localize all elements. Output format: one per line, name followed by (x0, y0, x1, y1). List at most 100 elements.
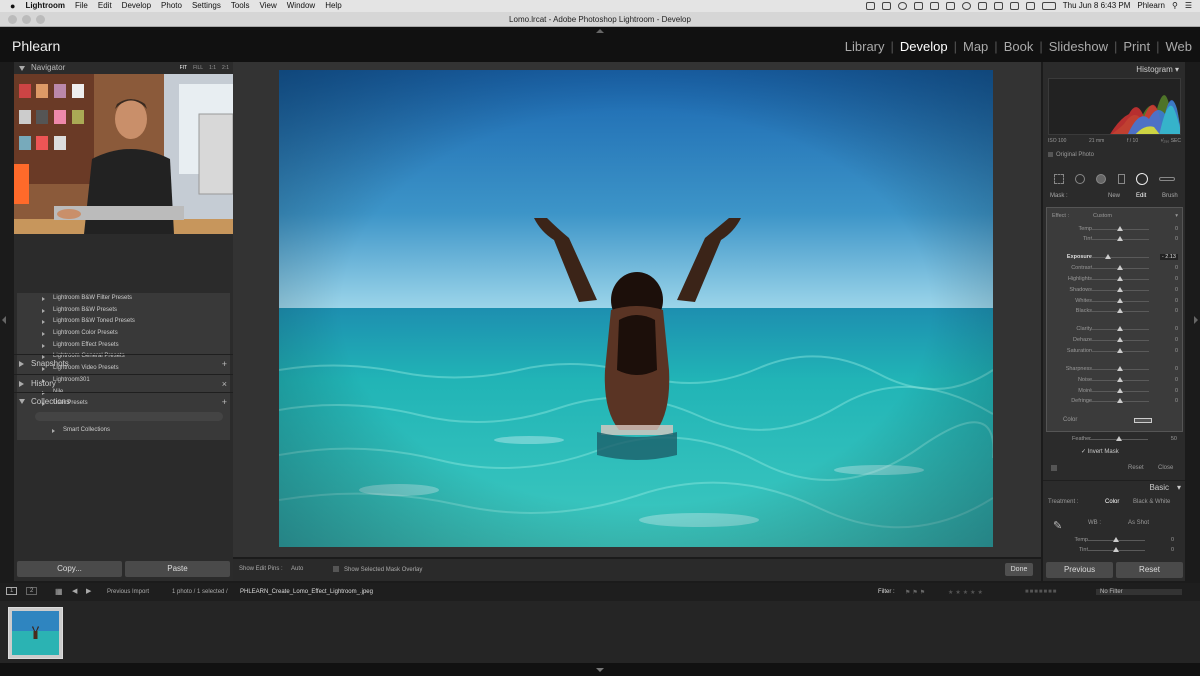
wifi-icon[interactable] (993, 2, 1003, 10)
collapse-right-panel-icon[interactable] (1194, 316, 1198, 324)
status-icon[interactable] (881, 2, 891, 10)
module-print[interactable]: Print (1123, 39, 1150, 54)
menu-develop[interactable]: Develop (117, 0, 156, 12)
crop-tool-icon[interactable] (1053, 174, 1064, 184)
menu-app[interactable]: Lightroom (20, 0, 70, 12)
mask-brush[interactable]: Brush (1162, 193, 1178, 199)
slider-value[interactable]: 0 (1175, 398, 1178, 404)
slider-value[interactable]: 0 (1175, 337, 1178, 343)
slider-knob[interactable] (1116, 436, 1122, 441)
slider-value[interactable]: 0 (1175, 377, 1178, 383)
slider-value[interactable]: 0 (1175, 265, 1178, 271)
main-photo[interactable] (279, 70, 993, 547)
color-swatch[interactable] (1134, 418, 1152, 423)
slider-knob[interactable] (1117, 366, 1123, 371)
zoom-fit[interactable]: FIT (180, 62, 188, 74)
add-snapshot-button[interactable]: + (222, 355, 227, 373)
slider-feather[interactable]: Feather 50 (1046, 434, 1183, 444)
effect-select[interactable]: Custom (1093, 213, 1112, 219)
slider-value[interactable]: - 2.13 (1159, 254, 1178, 260)
flag-filter-icons[interactable]: ⚑⚑⚑ (905, 589, 927, 596)
mask-panel-switch[interactable] (1051, 465, 1062, 472)
clock[interactable]: Thu Jun 8 6:43 PM (1063, 0, 1131, 12)
slider-value[interactable]: 0 (1175, 226, 1178, 232)
slider-knob[interactable] (1117, 398, 1123, 403)
zoom-window-button[interactable] (36, 15, 45, 24)
navigator-header[interactable]: Navigator FIT FILL 1:1 2:1 (14, 62, 233, 74)
history-header[interactable]: History × (14, 374, 233, 392)
histogram-header[interactable]: Histogram ▾ (1136, 65, 1179, 74)
slider-value[interactable]: 0 (1171, 547, 1174, 553)
slider-temp[interactable]: Temp 0 (1047, 224, 1184, 234)
treatment-bw[interactable]: Black & White (1133, 499, 1170, 505)
slider-value[interactable]: 0 (1175, 388, 1178, 394)
slider-value[interactable]: 0 (1175, 366, 1178, 372)
user-menu[interactable]: Phlearn (1137, 0, 1165, 12)
collapse-left-panel-icon[interactable] (2, 316, 6, 324)
status-icon[interactable] (929, 2, 939, 10)
slider-contrast[interactable]: Contrast 0 (1047, 263, 1184, 273)
collapse-icon[interactable]: ▾ (1175, 213, 1178, 219)
spot-removal-icon[interactable] (1074, 174, 1085, 184)
menu-file[interactable]: File (70, 0, 93, 12)
preset-folder[interactable]: Lightroom Color Presets (17, 328, 230, 340)
slider-knob[interactable] (1117, 298, 1123, 303)
red-eye-icon[interactable] (1096, 174, 1107, 184)
menu-help[interactable]: Help (320, 0, 346, 12)
slider-temp[interactable]: Temp 0 (1043, 535, 1180, 545)
grid-view-icon[interactable]: ▦ (55, 587, 63, 596)
page-2-button[interactable]: 2 (26, 587, 38, 595)
slider-value[interactable]: 0 (1175, 287, 1178, 293)
module-develop[interactable]: Develop (900, 39, 948, 54)
adjustment-brush-icon[interactable] (1159, 177, 1176, 181)
slider-shadows[interactable]: Shadows 0 (1047, 285, 1184, 295)
menu-list-icon[interactable]: ☰ (1185, 0, 1192, 12)
forward-arrow-icon[interactable]: ▶ (86, 587, 91, 595)
slider-value[interactable]: 0 (1175, 236, 1178, 242)
slider-knob[interactable] (1104, 254, 1111, 259)
menu-tools[interactable]: Tools (226, 0, 255, 12)
slider-whites[interactable]: Whites 0 (1047, 296, 1184, 306)
mask-overlay-toggle[interactable]: Show Selected Mask Overlay (333, 566, 422, 573)
slider-knob[interactable] (1117, 326, 1123, 331)
slider-knob[interactable] (1113, 547, 1119, 552)
collapse-top-panel-icon[interactable] (596, 29, 604, 33)
slider-knob[interactable] (1117, 388, 1123, 393)
slider-knob[interactable] (1117, 377, 1123, 382)
menu-settings[interactable]: Settings (187, 0, 226, 12)
slider-value[interactable]: 0 (1175, 348, 1178, 354)
show-edit-pins-select[interactable]: Auto (291, 566, 303, 572)
clear-history-button[interactable]: × (222, 375, 227, 393)
status-icon[interactable] (945, 2, 955, 10)
module-library[interactable]: Library (845, 39, 885, 54)
zoom-2-1[interactable]: 2:1 (222, 62, 229, 74)
volume-icon[interactable] (1025, 2, 1035, 10)
treatment-color[interactable]: Color (1105, 499, 1119, 505)
collapse-filmstrip-icon[interactable] (596, 668, 604, 672)
module-slideshow[interactable]: Slideshow (1049, 39, 1108, 54)
module-map[interactable]: Map (963, 39, 988, 54)
filmstrip-thumbnail[interactable] (8, 607, 63, 659)
checkmark-icon[interactable]: ✓ (1081, 449, 1086, 455)
page-1-button[interactable]: 1 (6, 587, 18, 595)
slider-tint[interactable]: Tint 0 (1047, 234, 1184, 244)
slider-value[interactable]: 0 (1175, 326, 1178, 332)
mask-close-button[interactable]: Close (1158, 465, 1173, 471)
reset-button[interactable]: Reset (1116, 562, 1183, 578)
slider-tint[interactable]: Tint 0 (1043, 545, 1180, 555)
copy-button[interactable]: Copy... (17, 561, 122, 577)
airplay-icon[interactable] (1009, 2, 1019, 10)
status-icon[interactable] (865, 2, 875, 10)
wb-select[interactable]: As Shot (1128, 520, 1149, 526)
slider-moir[interactable]: Moiré 0 (1047, 386, 1184, 396)
bluetooth-icon[interactable] (977, 2, 987, 10)
previous-button[interactable]: Previous (1046, 562, 1113, 578)
slider-knob[interactable] (1113, 537, 1119, 542)
basic-header[interactable]: Basic ▾ (1043, 480, 1185, 494)
slider-saturation[interactable]: Saturation 0 (1047, 346, 1184, 356)
toggle-icon[interactable] (1051, 465, 1057, 471)
battery-icon[interactable] (1041, 2, 1056, 10)
spotlight-icon[interactable]: ⚲ (1172, 0, 1178, 12)
white-balance-picker-icon[interactable]: ✎ (1053, 519, 1062, 532)
menu-window[interactable]: Window (282, 0, 320, 12)
